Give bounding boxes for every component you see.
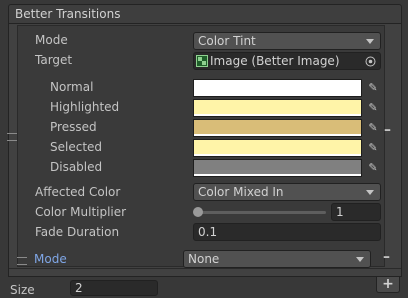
color-field-highlighted[interactable] <box>193 99 362 117</box>
mode-label-second: Mode <box>34 252 67 266</box>
multiplier-slider-track[interactable] <box>198 211 326 214</box>
affected-color-dropdown[interactable]: Color Mixed In <box>193 183 381 201</box>
eyedropper-icon[interactable]: ✎ <box>364 99 382 117</box>
transitions-list: Mode Color Tint Target Image (Better Ima… <box>7 24 402 277</box>
eyedropper-icon[interactable]: ✎ <box>364 79 382 97</box>
transition-element: Mode Color Tint Target Image (Better Ima… <box>17 25 385 267</box>
fade-duration-input[interactable]: 0.1 <box>193 223 381 241</box>
remove-element-icon[interactable]: – <box>384 122 391 138</box>
size-value: 2 <box>75 281 83 295</box>
remove-element-icon[interactable]: – <box>383 249 390 265</box>
mode-label: Mode <box>35 33 68 47</box>
chevron-down-icon <box>366 39 374 44</box>
state-label-selected: Selected <box>50 140 103 154</box>
alpha-bar <box>194 134 361 136</box>
eyedropper-icon[interactable]: ✎ <box>364 139 382 157</box>
color-field-normal[interactable] <box>193 79 362 97</box>
target-label: Target <box>35 53 73 67</box>
mode-dropdown-second-value: None <box>188 252 220 266</box>
fade-duration-value: 0.1 <box>198 225 218 239</box>
affected-color-label: Affected Color <box>35 185 121 199</box>
multiplier-input[interactable]: 1 <box>331 203 381 221</box>
size-label: Size <box>10 283 35 297</box>
chevron-down-icon <box>366 190 374 195</box>
eyedropper-icon[interactable]: ✎ <box>364 119 382 137</box>
mode-dropdown-second[interactable]: None <box>183 250 371 268</box>
affected-color-value: Color Mixed In <box>198 185 284 199</box>
multiplier-value: 1 <box>336 205 344 219</box>
alpha-bar <box>194 114 361 116</box>
chevron-down-icon <box>356 257 364 262</box>
drag-handle-icon[interactable] <box>7 133 17 141</box>
multiplier-slider-knob[interactable] <box>193 207 203 217</box>
alpha-bar <box>194 174 361 176</box>
color-multiplier-label: Color Multiplier <box>35 205 127 219</box>
alpha-bar <box>194 154 361 156</box>
mode-dropdown-value: Color Tint <box>198 34 256 48</box>
divider <box>9 268 401 269</box>
state-label-disabled: Disabled <box>50 160 103 174</box>
alpha-bar <box>194 94 361 96</box>
color-field-pressed[interactable] <box>193 119 362 137</box>
target-object-field[interactable]: Image (Better Image) <box>193 52 381 70</box>
object-picker-icon[interactable] <box>365 56 376 67</box>
color-field-disabled[interactable] <box>193 159 362 177</box>
section-header[interactable]: Better Transitions <box>8 4 402 24</box>
size-input[interactable]: 2 <box>70 280 158 296</box>
add-element-button[interactable]: + <box>376 277 400 293</box>
mode-dropdown[interactable]: Color Tint <box>193 32 381 50</box>
drag-handle-icon[interactable] <box>17 257 27 265</box>
state-label-pressed: Pressed <box>50 120 97 134</box>
state-label-normal: Normal <box>50 80 94 94</box>
section-title: Better Transitions <box>15 7 121 21</box>
image-component-icon <box>196 55 208 67</box>
state-label-highlighted: Highlighted <box>50 100 120 114</box>
add-icon: + <box>382 276 394 292</box>
eyedropper-icon[interactable]: ✎ <box>364 159 382 177</box>
target-object-value: Image (Better Image) <box>210 54 340 68</box>
fade-duration-label: Fade Duration <box>35 225 120 239</box>
color-field-selected[interactable] <box>193 139 362 157</box>
